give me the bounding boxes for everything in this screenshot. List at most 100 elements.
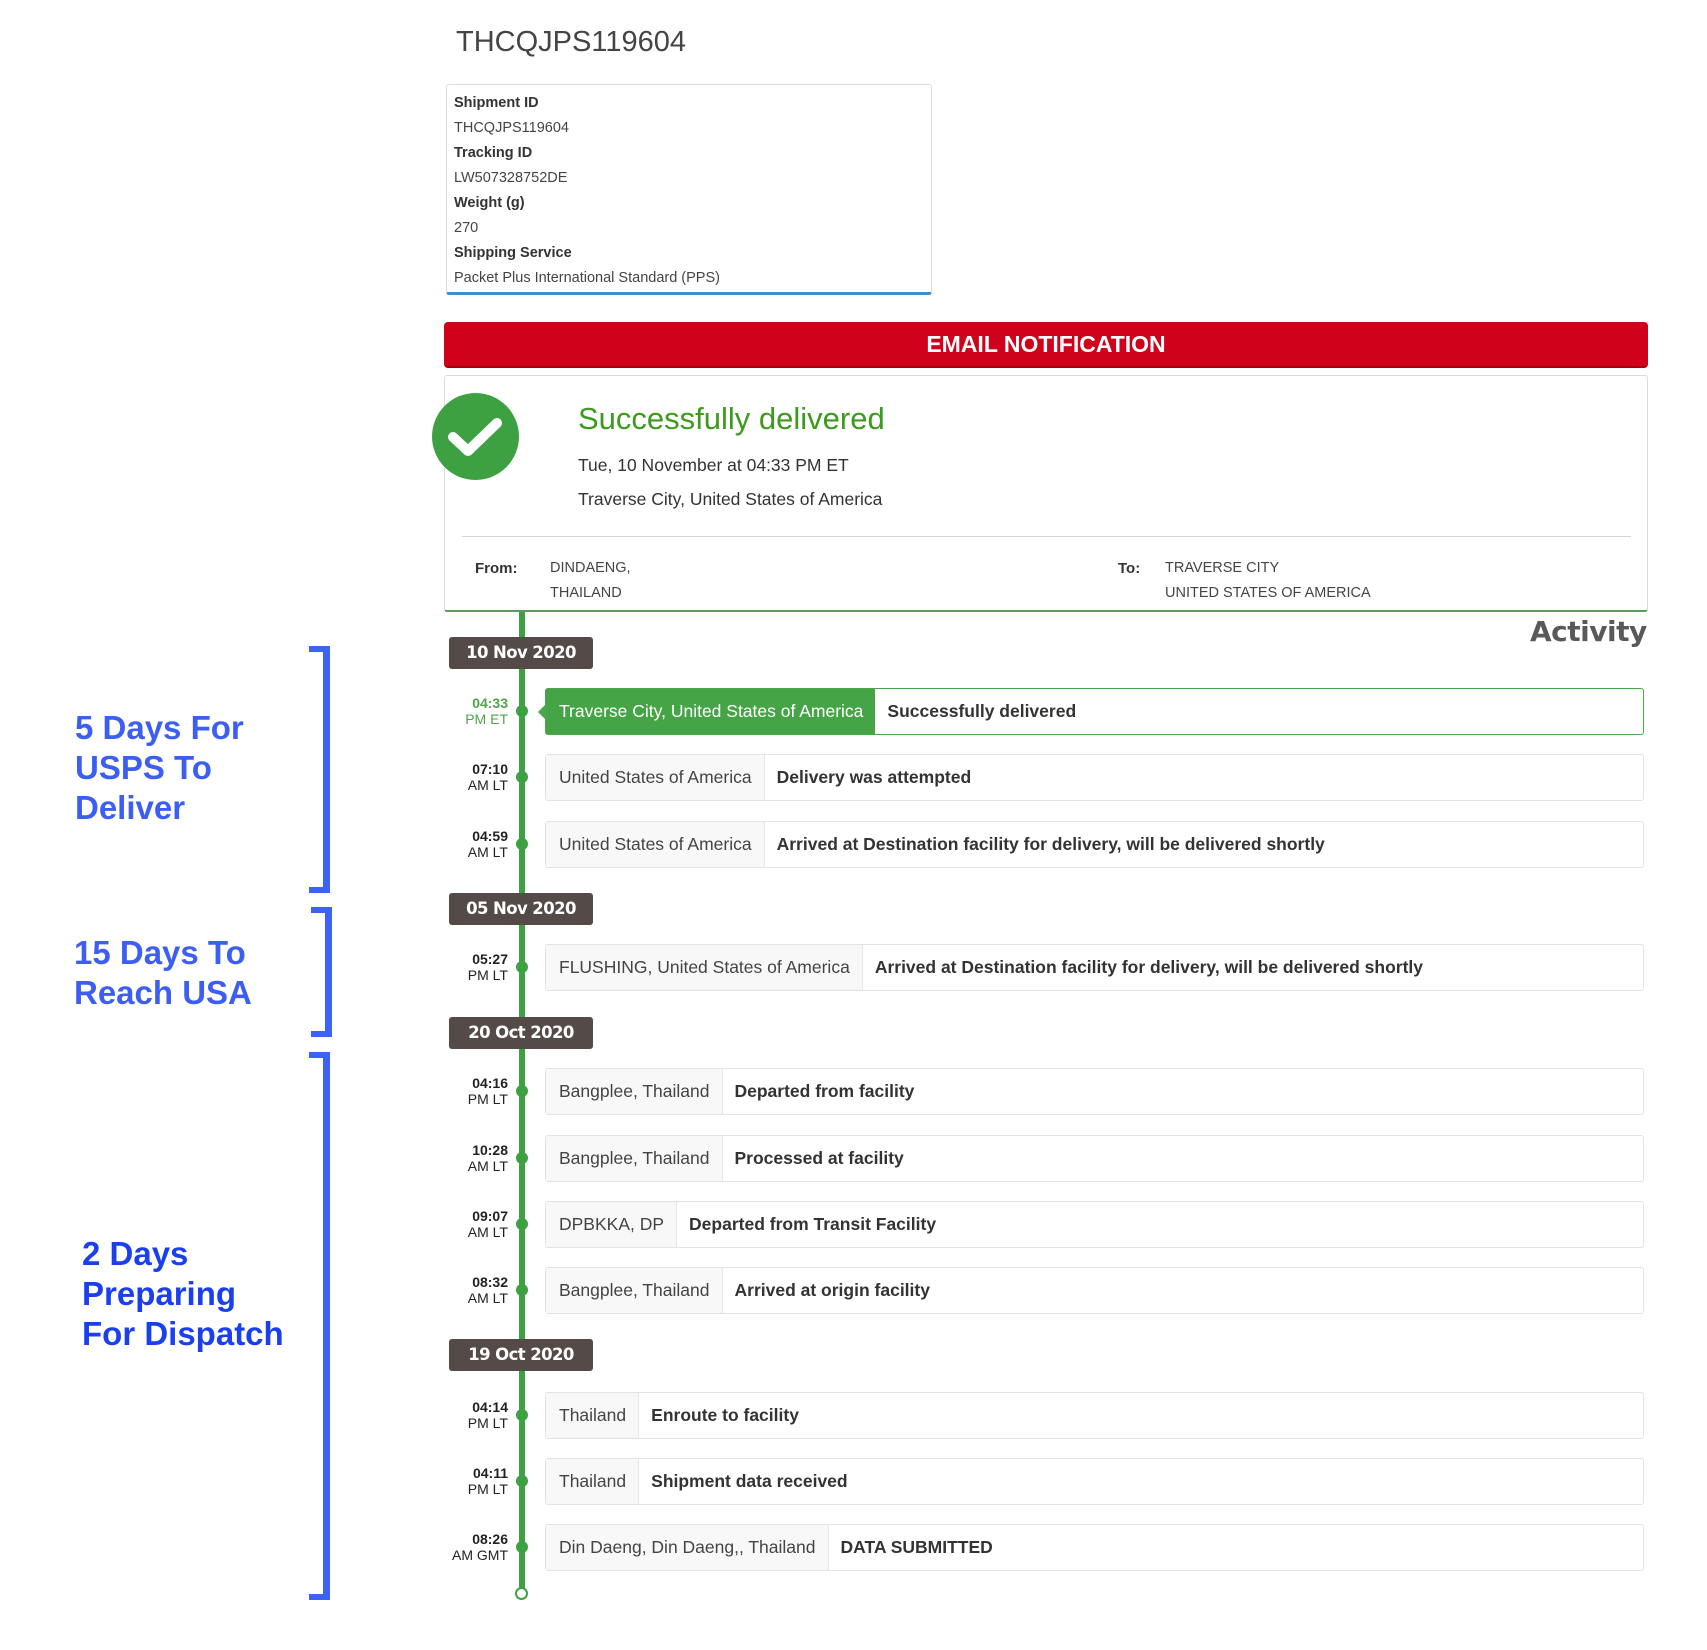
weight-value: 270 <box>454 220 479 236</box>
annotation-line: 2 Days <box>82 1235 189 1272</box>
event-time: 04:16 PM LT <box>438 1075 508 1107</box>
event-time-zone: AM LT <box>467 844 508 860</box>
event-description: Arrived at Destination facility for deli… <box>776 834 1325 854</box>
event-description: Arrived at Destination facility for deli… <box>874 957 1423 977</box>
annotation-label: 5 Days For USPS To Deliver <box>75 708 244 828</box>
tracking-id-value: LW507328752DE <box>454 170 568 186</box>
event-time: 05:27 PM LT <box>438 951 508 983</box>
event-time-zone: PM LT <box>467 1415 508 1431</box>
activity-event-row[interactable]: Bangplee, Thailand Arrived at origin faci… <box>545 1267 1644 1314</box>
timeline-line <box>519 612 525 1590</box>
event-time: 07:10 AM LT <box>438 761 508 793</box>
activity-event-row[interactable]: United States of America Delivery was att… <box>545 754 1644 801</box>
from-address-line: THAILAND <box>550 585 622 601</box>
activity-event-row[interactable]: FLUSHING, United States of America Arrive… <box>545 944 1644 991</box>
event-time-value: 04:16 <box>472 1075 508 1091</box>
bracket-icon <box>309 1052 330 1600</box>
event-time: 04:14 PM LT <box>438 1399 508 1431</box>
event-time: 08:32 AM LT <box>438 1274 508 1306</box>
to-address-line: UNITED STATES OF AMERICA <box>1165 585 1371 601</box>
annotation-line: USPS To <box>75 749 212 786</box>
annotation-line: 5 Days For <box>75 709 244 746</box>
timeline-dot-icon <box>516 1152 528 1164</box>
delivery-location: Traverse City, United States of America <box>578 489 883 509</box>
event-time-value: 04:11 <box>472 1465 508 1481</box>
event-time: 08:26 AM GMT <box>438 1531 508 1563</box>
timeline-dot-icon <box>516 1085 528 1097</box>
annotation-label: 15 Days To Reach USA <box>74 933 252 1013</box>
activity-event-row[interactable]: Din Daeng, Din Daeng,, Thailand DATA SUBM… <box>545 1524 1644 1571</box>
weight-label: Weight (g) <box>454 195 525 211</box>
from-address-line: DINDAENG, <box>550 560 631 576</box>
event-time-zone: AM LT <box>467 1290 508 1306</box>
event-time-value: 08:26 <box>472 1531 508 1547</box>
activity-event-row[interactable]: United States of America Arrived at Desti… <box>545 821 1644 868</box>
event-time-zone: AM LT <box>467 777 508 793</box>
timeline-dot-icon <box>516 771 528 783</box>
date-badge: 19 Oct 2020 <box>449 1339 593 1371</box>
card-divider <box>462 536 1631 537</box>
event-time-value: 08:32 <box>472 1274 508 1290</box>
activity-event-row[interactable]: Traverse City, United States of America S… <box>538 688 1644 735</box>
annotation-line: For Dispatch <box>82 1315 284 1352</box>
check-circle-icon <box>432 393 519 480</box>
activity-event-row[interactable]: Thailand Shipment data received <box>545 1458 1644 1505</box>
timeline-dot-icon <box>516 1218 528 1230</box>
bracket-icon <box>309 646 330 893</box>
shipment-info-panel: Shipment ID THCQJPS119604 Tracking ID LW… <box>446 84 932 295</box>
shipment-id-label: Shipment ID <box>454 95 539 111</box>
shipping-service-value: Packet Plus International Standard (PPS) <box>454 270 720 286</box>
event-time-zone: PM ET <box>465 711 508 727</box>
activity-event-row[interactable]: Bangplee, Thailand Departed from facility <box>545 1068 1644 1115</box>
event-time-value: 10:28 <box>472 1142 508 1158</box>
timeline-dot-icon <box>516 838 528 850</box>
annotation-label: 2 Days Preparing For Dispatch <box>82 1234 284 1354</box>
event-description: Processed at facility <box>734 1148 904 1168</box>
delivery-status-title: Successfully delivered <box>578 401 885 436</box>
event-description: Shipment data received <box>651 1471 848 1491</box>
event-time: 04:11 PM LT <box>438 1465 508 1497</box>
event-location: Bangplee, Thailand <box>546 1136 723 1181</box>
event-time-zone: PM LT <box>467 1091 508 1107</box>
activity-event-row[interactable]: DPBKKA, DP Departed from Transit Facility <box>545 1201 1644 1248</box>
event-location: Traverse City, United States of America <box>546 689 876 734</box>
event-time-value: 04:14 <box>472 1399 508 1415</box>
event-location: Thailand <box>546 1459 640 1504</box>
activity-event-row[interactable]: Bangplee, Thailand Processed at facility <box>545 1135 1644 1182</box>
annotation-line: Reach USA <box>74 974 252 1011</box>
event-description: Arrived at origin facility <box>734 1280 930 1300</box>
event-time: 04:33 PM ET <box>438 695 508 727</box>
event-time: 04:59 AM LT <box>438 828 508 860</box>
from-address: DINDAENG, THAILAND <box>550 556 631 606</box>
event-description: DATA SUBMITTED <box>840 1537 993 1557</box>
timeline-dot-icon <box>516 1409 528 1421</box>
event-time-zone: AM LT <box>467 1224 508 1240</box>
shipment-id-value: THCQJPS119604 <box>454 120 569 136</box>
timeline-dot-icon <box>516 961 528 973</box>
event-description: Enroute to facility <box>651 1405 799 1425</box>
event-time-value: 07:10 <box>472 761 508 777</box>
date-badge: 10 Nov 2020 <box>449 637 593 669</box>
to-label: To: <box>1118 560 1141 577</box>
event-time-zone: AM GMT <box>452 1547 508 1563</box>
activity-event-row[interactable]: Thailand Enroute to facility <box>545 1392 1644 1439</box>
event-location: United States of America <box>546 822 765 867</box>
event-location: Din Daeng, Din Daeng,, Thailand <box>546 1525 829 1570</box>
activity-heading: Activity <box>1530 615 1647 648</box>
event-time: 10:28 AM LT <box>438 1142 508 1174</box>
timeline-dot-icon <box>516 1475 528 1487</box>
event-location: Bangplee, Thailand <box>546 1069 723 1114</box>
to-address: TRAVERSE CITY UNITED STATES OF AMERICA <box>1165 556 1371 606</box>
timeline-dot-icon <box>516 1284 528 1296</box>
email-notification-button[interactable]: EMAIL NOTIFICATION <box>444 322 1648 368</box>
event-time-value: 05:27 <box>472 951 508 967</box>
event-description: Departed from Transit Facility <box>689 1214 937 1234</box>
event-time-zone: PM LT <box>467 1481 508 1497</box>
event-location: United States of America <box>546 755 765 800</box>
annotation-line: Preparing <box>82 1275 237 1312</box>
event-time-zone: PM LT <box>467 967 508 983</box>
event-location: DPBKKA, DP <box>546 1202 678 1247</box>
event-description: Departed from facility <box>734 1081 915 1101</box>
timeline-dot-icon <box>516 1541 528 1553</box>
event-description: Successfully delivered <box>887 701 1077 721</box>
